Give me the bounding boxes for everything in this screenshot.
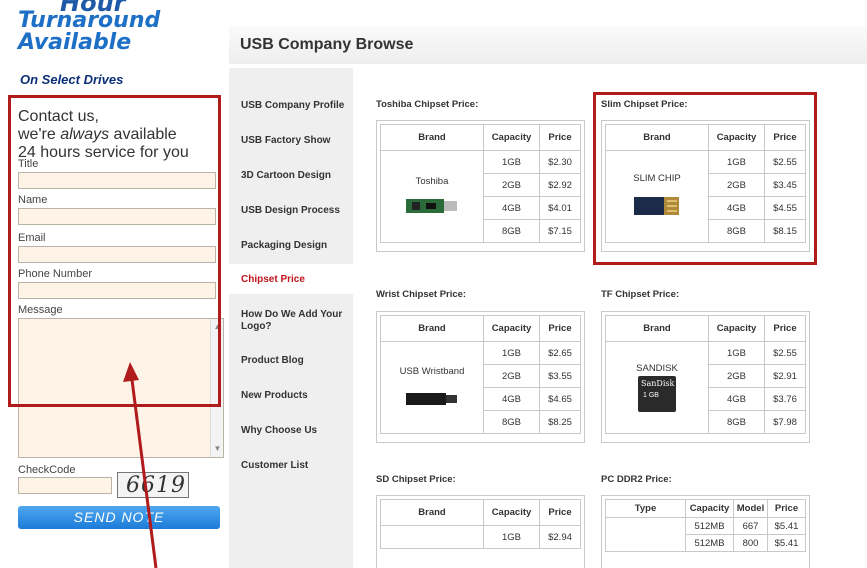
toshiba-cap-2: 4GB (483, 196, 540, 220)
nav-packaging-design[interactable]: Packaging Design (241, 240, 351, 252)
promo-banner: Hour Turnaround Available On Select Driv… (18, 0, 218, 92)
toshiba-cap-3: 8GB (483, 219, 540, 243)
sd-brand-cell (380, 525, 484, 549)
wrist-price-1: $3.55 (539, 364, 581, 388)
nav-chipset-price[interactable]: Chipset Price (241, 274, 351, 286)
toshiba-cap-1: 2GB (483, 173, 540, 197)
toshiba-brand-cell: Toshiba (380, 150, 484, 243)
nav-new-products[interactable]: New Products (241, 390, 351, 402)
toshiba-table: Brand Capacity Price Toshiba 1GB $2.30 2… (380, 124, 581, 243)
wrist-cap-3: 8GB (483, 410, 540, 434)
toshiba-price-0: $2.30 (539, 150, 581, 174)
promo-available: Available (18, 30, 132, 55)
wrist-chip-icon (406, 392, 457, 405)
sd-price-0: $2.94 (539, 525, 581, 549)
promo-turnaround: Turnaround (18, 8, 161, 33)
sd-table: Brand Capacity Price 1GB $2.94 (380, 499, 581, 549)
toshiba-table-wrap: Brand Capacity Price Toshiba 1GB $2.30 2… (376, 120, 585, 252)
ddr2-price-1: $5.41 (767, 534, 806, 552)
toshiba-col-capacity: Capacity (483, 124, 540, 151)
nav-product-blog[interactable]: Product Blog (241, 355, 351, 367)
ddr2-price-0: $5.41 (767, 517, 806, 535)
checkcode-label: CheckCode (18, 464, 76, 476)
sd-col-brand: Brand (380, 499, 484, 526)
toshiba-price-2: $4.01 (539, 196, 581, 220)
tf-price-0: $2.55 (764, 341, 806, 365)
tf-table-wrap: Brand Capacity Price SANDISK SanDisk 1 G… (601, 311, 810, 443)
toshiba-col-price: Price (539, 124, 581, 151)
toshiba-price-3: $7.15 (539, 219, 581, 243)
ddr2-table: Type Capacity Model Price 512MB 667 $5.4… (605, 499, 806, 552)
wrist-title: Wrist Chipset Price: (376, 289, 467, 300)
nav-why-choose-us[interactable]: Why Choose Us (241, 425, 351, 437)
ddr2-model-0: 667 (733, 517, 768, 535)
nav-add-logo[interactable]: How Do We Add Your Logo? (241, 309, 351, 333)
tf-table: Brand Capacity Price SANDISK SanDisk 1 G… (605, 315, 806, 434)
tf-cap-0: 1GB (708, 341, 765, 365)
ddr2-col-model: Model (733, 499, 768, 518)
annotation-arrow-icon (123, 362, 158, 568)
ddr2-cap-0: 512MB (685, 517, 734, 535)
wrist-col-brand: Brand (380, 315, 484, 342)
tf-col-price: Price (764, 315, 806, 342)
tf-card-logo: SanDisk (641, 379, 675, 388)
toshiba-brand-name: Toshiba (415, 175, 449, 187)
ddr2-title: PC DDR2 Price: (601, 474, 672, 485)
nav-customer-list[interactable]: Customer List (241, 460, 351, 472)
wrist-col-capacity: Capacity (483, 315, 540, 342)
page-title: USB Company Browse (240, 36, 414, 53)
tf-cap-1: 2GB (708, 364, 765, 388)
toshiba-chip-icon (406, 198, 457, 213)
wrist-cap-0: 1GB (483, 341, 540, 365)
tf-brand-cell: SANDISK SanDisk 1 GB (605, 341, 709, 434)
side-nav: USB Company Profile USB Factory Show 3D … (229, 68, 353, 568)
tf-col-brand: Brand (605, 315, 709, 342)
sd-title: SD Chipset Price: (376, 474, 456, 485)
slim-highlight-box (593, 92, 817, 265)
tf-cap-2: 4GB (708, 387, 765, 411)
promo-select-drives: On Select Drives (20, 72, 124, 87)
tf-cap-3: 8GB (708, 410, 765, 434)
contact-highlight-box (8, 95, 221, 407)
nav-usb-company-profile[interactable]: USB Company Profile (241, 100, 351, 112)
wrist-cap-2: 4GB (483, 387, 540, 411)
ddr2-model-1: 800 (733, 534, 768, 552)
wrist-price-0: $2.65 (539, 341, 581, 365)
checkcode-field[interactable] (18, 477, 112, 494)
nav-3d-cartoon-design[interactable]: 3D Cartoon Design (241, 170, 351, 182)
ddr2-col-capacity: Capacity (685, 499, 734, 518)
sd-col-capacity: Capacity (483, 499, 540, 526)
toshiba-cap-0: 1GB (483, 150, 540, 174)
toshiba-col-brand: Brand (380, 124, 484, 151)
tf-card-icon: SanDisk 1 GB (638, 376, 676, 412)
sd-cap-0: 1GB (483, 525, 540, 549)
tf-col-capacity: Capacity (708, 315, 765, 342)
ddr2-cap-1: 512MB (685, 534, 734, 552)
wrist-col-price: Price (539, 315, 581, 342)
ddr2-type-cell (605, 517, 686, 552)
wrist-price-3: $8.25 (539, 410, 581, 434)
tf-card-size: 1 GB (643, 392, 659, 399)
wrist-table-wrap: Brand Capacity Price USB Wristband 1GB $… (376, 311, 585, 443)
scroll-down-icon[interactable]: ▼ (212, 443, 223, 455)
wrist-table: Brand Capacity Price USB Wristband 1GB $… (380, 315, 581, 434)
tf-price-2: $3.76 (764, 387, 806, 411)
nav-usb-design-process[interactable]: USB Design Process (241, 205, 351, 217)
sd-col-price: Price (539, 499, 581, 526)
wrist-brand-name: USB Wristband (399, 365, 465, 377)
wrist-cap-1: 2GB (483, 364, 540, 388)
wrist-price-2: $4.65 (539, 387, 581, 411)
toshiba-title: Toshiba Chipset Price: (376, 99, 479, 110)
tf-brand-name: SANDISK (636, 363, 678, 374)
ddr2-col-price: Price (767, 499, 806, 518)
toshiba-price-1: $2.92 (539, 173, 581, 197)
nav-usb-factory-show[interactable]: USB Factory Show (241, 135, 351, 147)
tf-title: TF Chipset Price: (601, 289, 680, 300)
sd-table-wrap: Brand Capacity Price 1GB $2.94 (376, 495, 585, 568)
ddr2-table-wrap: Type Capacity Model Price 512MB 667 $5.4… (601, 495, 810, 568)
wrist-brand-cell: USB Wristband (380, 341, 484, 434)
tf-price-1: $2.91 (764, 364, 806, 388)
tf-price-3: $7.98 (764, 410, 806, 434)
ddr2-col-type: Type (605, 499, 686, 518)
